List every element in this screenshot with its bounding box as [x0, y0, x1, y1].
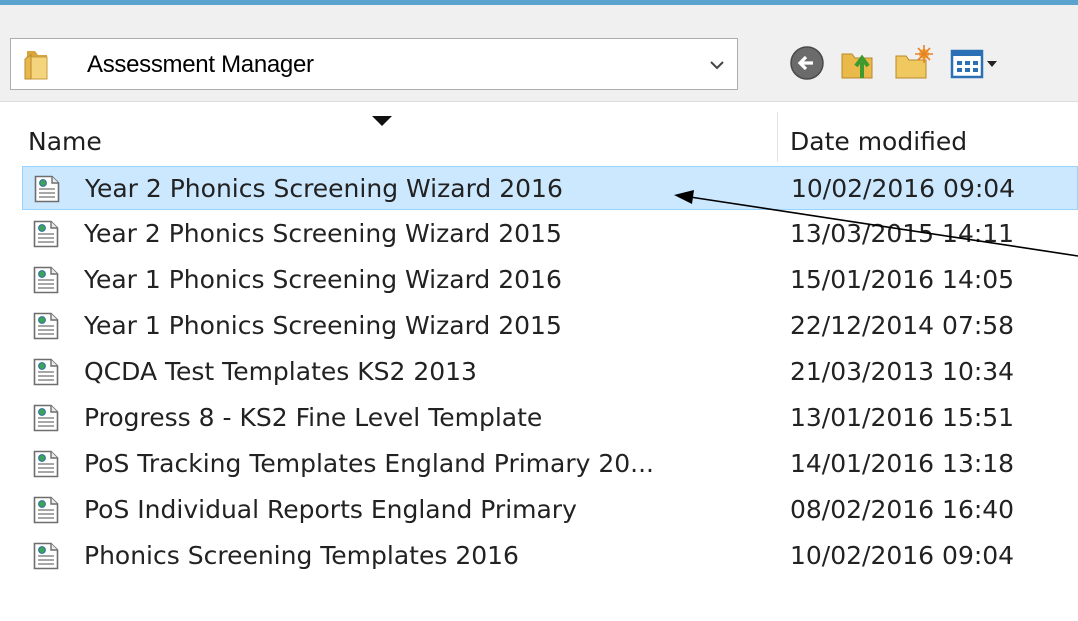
file-date-modified: 13/03/2015 14:11 [790, 219, 1015, 248]
document-icon [33, 358, 59, 386]
document-icon [34, 175, 60, 203]
column-header-date-modified[interactable]: Date modified [790, 112, 1078, 162]
back-icon[interactable] [786, 42, 830, 86]
file-date-modified: 21/03/2013 10:34 [790, 357, 1015, 386]
file-name: PoS Tracking Templates England Primary 2… [84, 449, 655, 478]
file-date-modified: 08/02/2016 16:40 [790, 495, 1015, 524]
column-header-name[interactable]: Name [28, 112, 778, 162]
list-item[interactable]: Progress 8 - KS2 Fine Level Template 13/… [22, 396, 1078, 440]
column-divider[interactable] [777, 112, 778, 162]
folder-icon [20, 48, 54, 82]
look-in-value: Assessment Manager [87, 51, 314, 78]
file-name: Progress 8 - KS2 Fine Level Template [84, 403, 543, 432]
document-icon [33, 266, 59, 294]
document-icon [33, 404, 59, 432]
up-folder-icon[interactable] [838, 42, 882, 86]
document-icon [33, 542, 59, 570]
file-date-modified: 13/01/2016 15:51 [790, 403, 1015, 432]
file-date-modified: 10/02/2016 09:04 [790, 541, 1015, 570]
document-icon [33, 450, 59, 478]
list-item[interactable]: Year 2 Phonics Screening Wizard 2016 10/… [22, 166, 1078, 210]
view-menu-icon[interactable] [948, 42, 1008, 86]
file-name: PoS Individual Reports England Primary [84, 495, 577, 524]
list-item[interactable]: PoS Tracking Templates England Primary 2… [22, 442, 1078, 486]
file-date-modified: 15/01/2016 14:05 [790, 265, 1015, 294]
file-name: Year 1 Phonics Screening Wizard 2015 [84, 311, 562, 340]
toolbar: Assessment Manager [0, 5, 1078, 102]
file-name: Year 1 Phonics Screening Wizard 2016 [84, 265, 562, 294]
file-date-modified: 22/12/2014 07:58 [790, 311, 1015, 340]
list-item[interactable]: PoS Individual Reports England Primary 0… [22, 488, 1078, 532]
look-in-dropdown[interactable]: Assessment Manager [10, 38, 738, 90]
new-folder-icon[interactable] [892, 42, 936, 86]
list-item[interactable]: Year 1 Phonics Screening Wizard 2016 15/… [22, 258, 1078, 302]
file-date-modified: 14/01/2016 13:18 [790, 449, 1015, 478]
list-item[interactable]: Phonics Screening Templates 2016 10/02/2… [22, 534, 1078, 578]
sort-descending-icon [370, 113, 394, 127]
file-name: Year 2 Phonics Screening Wizard 2016 [85, 174, 563, 203]
list-item[interactable]: Year 2 Phonics Screening Wizard 2015 13/… [22, 212, 1078, 256]
document-icon [33, 312, 59, 340]
file-name: Year 2 Phonics Screening Wizard 2015 [84, 219, 562, 248]
file-name: Phonics Screening Templates 2016 [84, 541, 519, 570]
file-name: QCDA Test Templates KS2 2013 [84, 357, 477, 386]
list-item[interactable]: Year 1 Phonics Screening Wizard 2015 22/… [22, 304, 1078, 348]
document-icon [33, 496, 59, 524]
list-item[interactable]: QCDA Test Templates KS2 2013 21/03/2013 … [22, 350, 1078, 394]
file-date-modified: 10/02/2016 09:04 [791, 174, 1016, 203]
chevron-down-icon[interactable] [707, 55, 727, 75]
column-header-row: Name Date modified [0, 112, 1078, 162]
document-icon [33, 220, 59, 248]
